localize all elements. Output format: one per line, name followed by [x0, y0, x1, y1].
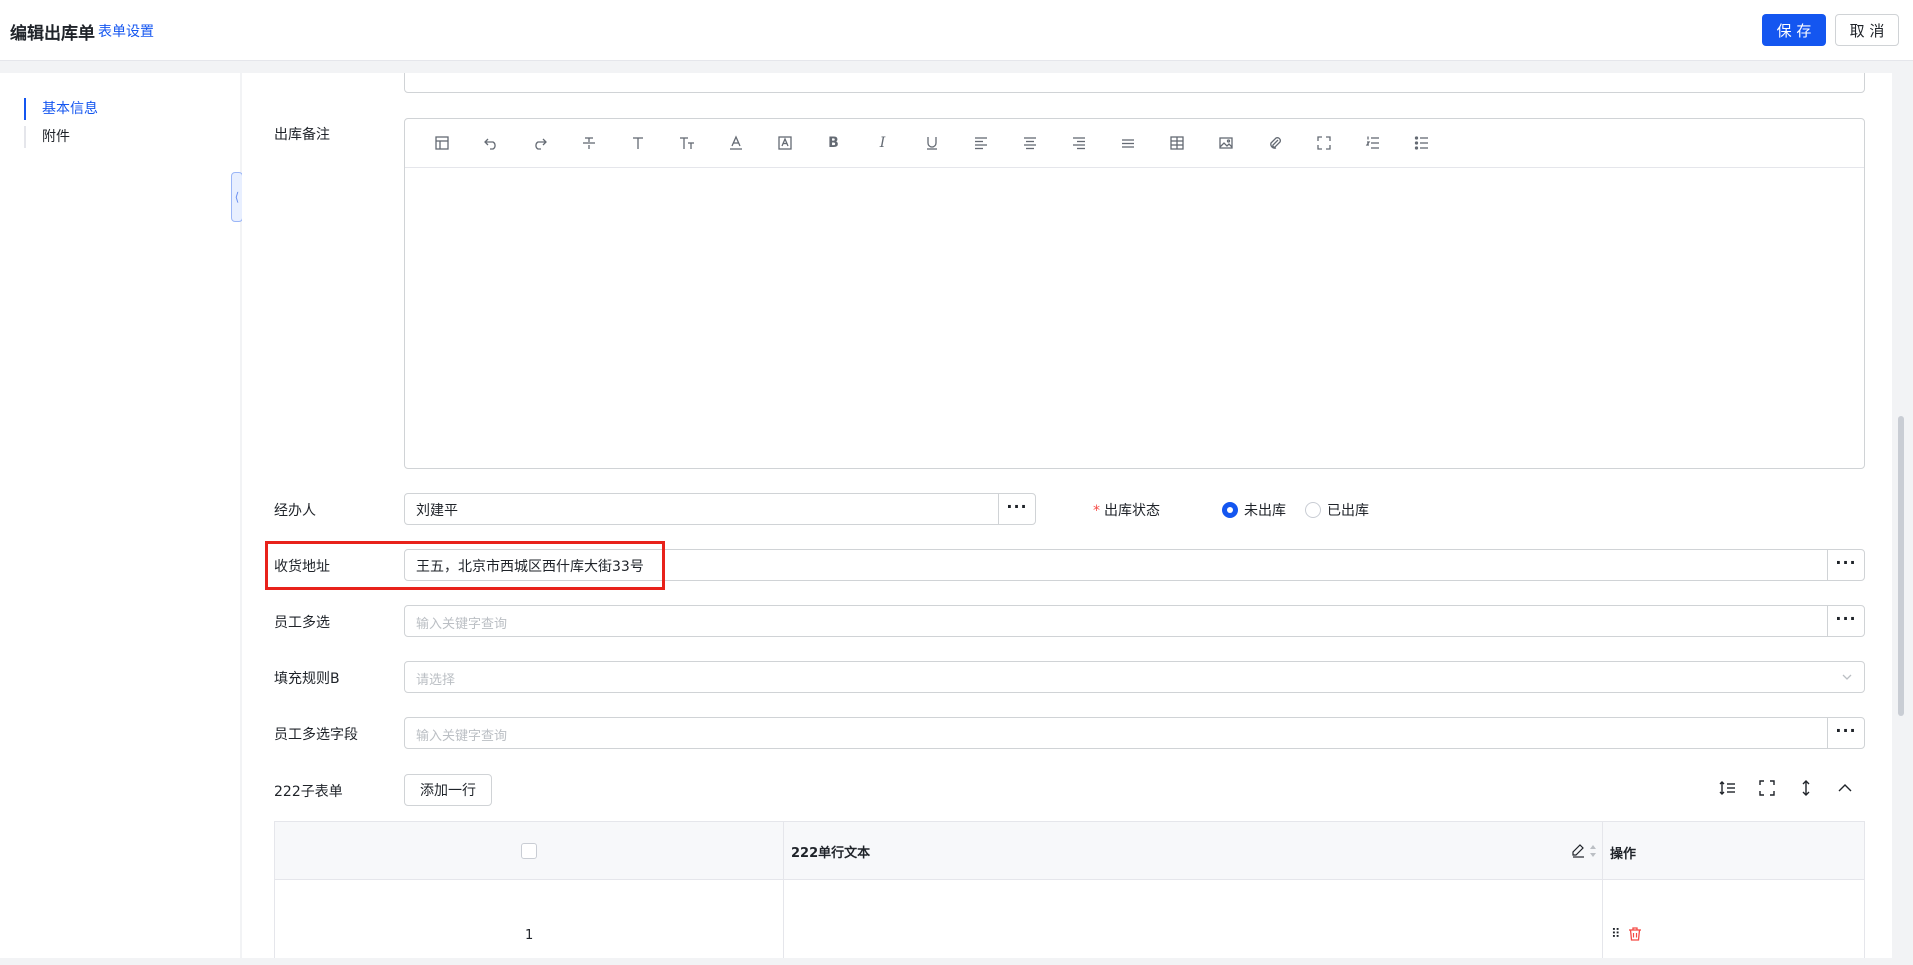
nav-item-basic-info[interactable]: 基本信息: [24, 98, 98, 120]
chevron-down-icon: [1842, 674, 1852, 680]
address-value: 王五，北京市西城区西什库大街33号: [416, 559, 644, 575]
undo-icon[interactable]: [466, 128, 515, 158]
underline-icon[interactable]: [907, 128, 956, 158]
column-header-actions: 操作: [1610, 847, 1637, 862]
align-center-icon[interactable]: [1005, 128, 1054, 158]
cancel-button[interactable]: 取 消: [1835, 14, 1899, 46]
drag-handle-icon[interactable]: ⠿: [1611, 927, 1621, 942]
address-field[interactable]: 王五，北京市西城区西什库大街33号 ···: [404, 549, 1865, 581]
staff-multi-label: 员工多选: [274, 615, 330, 631]
page-header: 编辑出库单 表单设置 保 存 取 消: [0, 0, 1913, 61]
form-settings-link[interactable]: 表单设置: [98, 21, 154, 41]
page-scrollbar[interactable]: [1895, 61, 1907, 958]
staff-field-picker-button[interactable]: ···: [1827, 718, 1864, 748]
fill-rule-label: 填充规则B: [274, 671, 340, 687]
status-label: * 出库状态: [1093, 503, 1160, 519]
status-radio-not-shipped[interactable]: 未出库: [1222, 500, 1286, 520]
strikethrough-icon[interactable]: [564, 128, 613, 158]
subform-label: 222子表单: [274, 784, 343, 800]
attachment-icon[interactable]: [1250, 128, 1299, 158]
italic-icon[interactable]: I: [858, 128, 907, 158]
staff-multi-field[interactable]: 输入关键字查询 ···: [404, 605, 1865, 637]
expand-vertical-icon[interactable]: [1797, 779, 1819, 801]
address-label: 收货地址: [274, 559, 330, 575]
editor-toolbar: B I: [405, 119, 1864, 168]
radio-checked-icon: [1222, 502, 1238, 518]
remark-rich-text-editor[interactable]: B I: [404, 118, 1865, 469]
bullet-list-icon[interactable]: [1397, 128, 1446, 158]
bold-icon[interactable]: B: [809, 128, 858, 158]
handler-label: 经办人: [274, 503, 316, 519]
chevron-left-icon: ⟨: [234, 190, 240, 204]
scrollbar-thumb[interactable]: [1898, 416, 1904, 716]
section-nav: 基本信息 附件: [0, 73, 240, 958]
font-size-icon[interactable]: [662, 128, 711, 158]
form-body: 出库备注 B I 经办人 刘建平 ··· * 出库状态 未出库 已出库 收货地址…: [242, 73, 1892, 958]
fill-rule-placeholder: 请选择: [416, 673, 456, 688]
radio-unchecked-icon: [1305, 502, 1321, 518]
align-left-icon[interactable]: [956, 128, 1005, 158]
row-text-cell[interactable]: [784, 881, 1602, 958]
editor-content-area[interactable]: [405, 168, 1864, 468]
image-icon[interactable]: [1201, 128, 1250, 158]
ordered-list-icon[interactable]: [1348, 128, 1397, 158]
insert-table-icon[interactable]: [1152, 128, 1201, 158]
add-row-button[interactable]: 添加一行: [404, 774, 492, 806]
chevron-up-icon[interactable]: [1836, 779, 1858, 801]
nav-item-attachments[interactable]: 附件: [24, 126, 70, 148]
fullscreen-icon[interactable]: [1299, 128, 1348, 158]
row-index: 1: [525, 928, 534, 943]
staff-multi-picker-button[interactable]: ···: [1827, 606, 1864, 636]
sort-icon[interactable]: [1588, 842, 1598, 860]
edit-icon[interactable]: [1570, 842, 1586, 858]
select-all-checkbox[interactable]: [521, 843, 537, 859]
handler-value: 刘建平: [416, 503, 458, 519]
required-marker: *: [1093, 503, 1100, 519]
text-icon[interactable]: [613, 128, 662, 158]
staff-field-input[interactable]: 输入关键字查询 ···: [404, 717, 1865, 749]
table-layout-icon[interactable]: [417, 128, 466, 158]
handler-picker-button[interactable]: ···: [998, 494, 1035, 524]
address-picker-button[interactable]: ···: [1827, 550, 1864, 580]
fullscreen-icon[interactable]: [1758, 779, 1780, 801]
justify-icon[interactable]: [1103, 128, 1152, 158]
staff-multi-placeholder: 输入关键字查询: [416, 617, 508, 632]
handler-field[interactable]: 刘建平 ···: [404, 493, 1036, 525]
remark-label: 出库备注: [274, 127, 330, 143]
delete-icon[interactable]: [1627, 926, 1643, 942]
page-title: 编辑出库单: [10, 24, 95, 44]
align-right-icon[interactable]: [1054, 128, 1103, 158]
font-color-icon[interactable]: [711, 128, 760, 158]
background-color-icon[interactable]: [760, 128, 809, 158]
previous-field-input[interactable]: [404, 73, 1865, 93]
status-radio-shipped[interactable]: 已出库: [1305, 500, 1369, 520]
redo-icon[interactable]: [515, 128, 564, 158]
staff-field-placeholder: 输入关键字查询: [416, 729, 508, 744]
save-button[interactable]: 保 存: [1762, 14, 1826, 46]
row-height-icon[interactable]: [1719, 779, 1741, 801]
staff-field-label: 员工多选字段: [274, 727, 358, 743]
column-header-text: 222单行文本: [791, 846, 871, 861]
subform-table: 222单行文本 操作 1 ⠿: [274, 821, 1865, 958]
fill-rule-select[interactable]: 请选择: [404, 661, 1865, 693]
